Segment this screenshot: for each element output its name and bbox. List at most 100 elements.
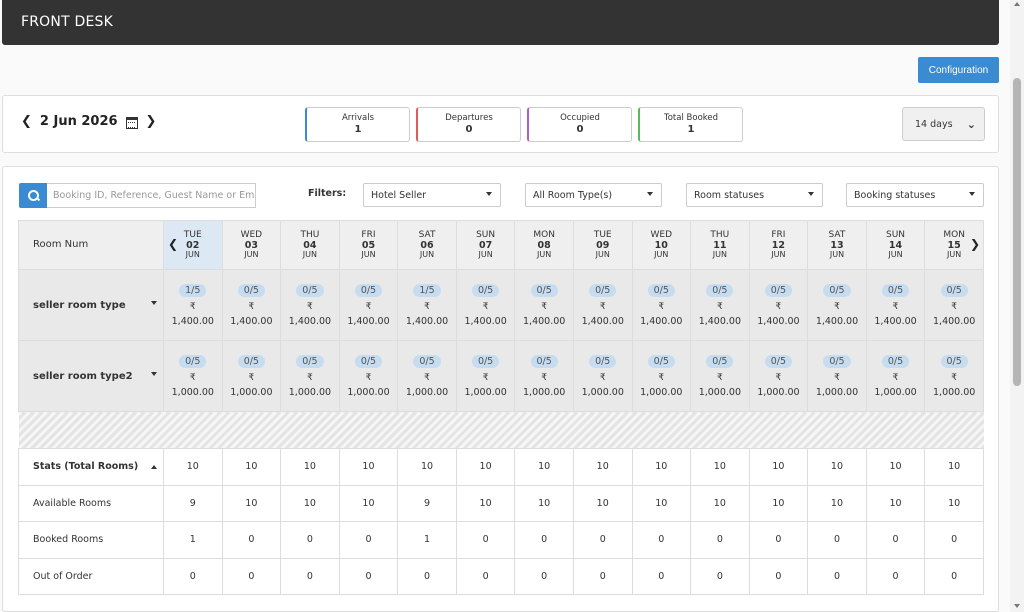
date-header-cell[interactable]: THU 04 JUN [280,220,340,270]
rate-cell[interactable]: 0/5 ₹1,400.00 [280,269,340,341]
availability-pill: 0/5 [471,354,500,368]
scroll-up-arrow-icon[interactable] [1014,2,1020,6]
page-scrollbar[interactable] [1010,0,1024,612]
rate-cell[interactable]: 0/5 ₹1,000.00 [807,340,867,412]
rate-price: 1,000.00 [405,386,449,398]
prev-date-chevron-icon[interactable]: ❮ [21,114,32,129]
scroll-down-arrow-icon[interactable] [1014,604,1020,608]
availability-grid: Room Num TUE 02 JUN WED 03 JUN THU 04 JUN FRI 05 JUN… [18,220,984,595]
prev-week-chevron-icon[interactable]: ❮ [168,237,178,251]
rate-cell[interactable]: 0/5 ₹1,400.00 [748,269,809,341]
rate-cell[interactable]: 0/5 ₹1,400.00 [221,269,282,341]
expand-caret-icon[interactable] [151,372,157,376]
arrivals-card[interactable]: Arrivals 1 [305,107,410,142]
stats-row-label-cell[interactable]: Stats (Total Rooms) [18,448,164,486]
availability-pill: 0/5 [296,283,324,297]
date-header-cell[interactable]: WED 03 JUN [221,220,282,270]
stats-value-cell: 10 [572,448,633,486]
rate-cell[interactable]: 1/5 ₹1,400.00 [397,269,457,341]
availability-pill: 0/5 [589,354,617,368]
rate-cell[interactable]: 0/5 ₹1,000.00 [748,340,809,412]
day-range-select[interactable]: 14 days ⌄ [902,107,985,141]
collapse-caret-icon[interactable] [151,465,157,469]
rate-cell[interactable]: 0/5 ₹1,000.00 [280,340,340,412]
day-number: 09 [596,239,610,251]
rate-cell[interactable]: 0/5 ₹1,000.00 [572,340,633,412]
date-navigator: ❮ 2 Jun 2026 ❯ [21,114,156,129]
search-icon[interactable] [19,183,47,208]
rate-cell[interactable]: 0/5 ₹1,400.00 [924,269,984,341]
dropdown-caret-icon [808,192,814,196]
booking-status-filter-select[interactable]: Booking statuses [846,183,984,207]
search-input[interactable] [47,183,256,208]
rate-price: 1,000.00 [523,386,566,398]
stats-row-label: Out of Order [33,570,93,582]
rate-cell[interactable]: 0/5 ₹1,400.00 [690,269,750,341]
rate-cell[interactable]: 0/5 ₹1,400.00 [865,269,926,341]
month: JUN [244,249,259,259]
rate-cell[interactable]: 0/5 ₹1,000.00 [455,340,516,412]
rate-price: 1,000.00 [874,386,917,398]
room-type-filter-select[interactable]: All Room Type(s) [525,183,662,207]
currency-symbol: ₹ [834,301,840,312]
next-date-chevron-icon[interactable]: ❯ [146,114,157,129]
hotel-filter-select[interactable]: Hotel Seller [363,183,501,207]
rate-cell[interactable]: 1/5 ₹1,400.00 [163,269,223,341]
next-week-chevron-icon[interactable]: ❯ [970,237,980,251]
current-date[interactable]: 2 Jun 2026 [40,114,118,129]
departures-card[interactable]: Departures 0 [416,107,521,142]
stats-value-cell: 0 [631,557,692,595]
date-header-cell[interactable]: WED 10 JUN [631,220,692,270]
currency-symbol: ₹ [248,372,255,383]
date-header-cell[interactable]: SAT 06 JUN [397,220,457,270]
rate-cell[interactable]: 0/5 ₹1,000.00 [690,340,750,412]
rate-cell[interactable]: 0/5 ₹1,000.00 [397,340,457,412]
date-header-cell[interactable]: FRI 12 JUN [748,220,809,270]
stats-value-cell: 10 [338,484,399,522]
occupied-card[interactable]: Occupied 0 [527,107,632,142]
stats-value-cell: 10 [690,484,750,522]
date-header-cell[interactable]: SAT 13 JUN [807,220,867,270]
rate-price: 1,400.00 [171,315,214,327]
date-header-cell[interactable]: TUE 09 JUN [572,220,633,270]
availability-pill: 0/5 [823,354,851,368]
rate-cell[interactable]: 0/5 ₹1,400.00 [631,269,692,341]
rate-cell[interactable]: 0/5 ₹1,000.00 [163,340,223,412]
rate-cell[interactable]: 0/5 ₹1,000.00 [924,340,984,412]
rate-cell[interactable]: 0/5 ₹1,400.00 [514,269,574,341]
currency-symbol: ₹ [658,301,665,312]
stats-value-cell: 10 [924,448,984,486]
rate-cell[interactable]: 0/5 ₹1,400.00 [572,269,633,341]
rate-cell[interactable]: 0/5 ₹1,400.00 [455,269,516,341]
configuration-button[interactable]: Configuration [918,57,999,83]
rate-cell[interactable]: 0/5 ₹1,400.00 [807,269,867,341]
rate-cell[interactable]: 0/5 ₹1,000.00 [865,340,926,412]
rate-cell[interactable]: 0/5 ₹1,400.00 [338,269,399,341]
rate-price: 1,400.00 [757,315,800,327]
availability-pill: 0/5 [940,354,968,368]
date-header-cell[interactable]: MON 08 JUN [514,220,574,270]
expand-caret-icon[interactable] [151,301,157,305]
hotel-filter-value: Hotel Seller [371,190,427,201]
total-booked-card[interactable]: Total Booked 1 [638,107,743,142]
room-type-name-cell[interactable]: seller room type2 [18,340,164,412]
rate-cell[interactable]: 0/5 ₹1,000.00 [338,340,399,412]
date-header-cell[interactable]: SUN 14 JUN [865,220,926,270]
room-type-name-cell[interactable]: seller room type [18,269,164,341]
stats-value-cell: 0 [455,521,516,559]
date-header-cell[interactable]: FRI 05 JUN [338,220,399,270]
room-status-filter-select[interactable]: Room statuses [686,183,823,207]
rate-cell[interactable]: 0/5 ₹1,000.00 [221,340,282,412]
rate-price: 1,000.00 [757,386,800,398]
date-header-cell[interactable]: SUN 07 JUN [455,220,516,270]
date-header-cell[interactable]: THU 11 JUN [690,220,750,270]
calendar-icon[interactable] [125,116,138,129]
scrollbar-thumb[interactable] [1013,78,1021,386]
stats-value-cell: 10 [514,448,574,486]
stats-value-cell: 10 [807,448,867,486]
month: JUN [361,249,376,259]
rate-cell[interactable]: 0/5 ₹1,000.00 [514,340,574,412]
rate-cell[interactable]: 0/5 ₹1,000.00 [631,340,692,412]
stats-value-cell: 0 [280,557,340,595]
stat-cards: Arrivals 1 Departures 0 Occupied 0 Total… [305,107,743,142]
